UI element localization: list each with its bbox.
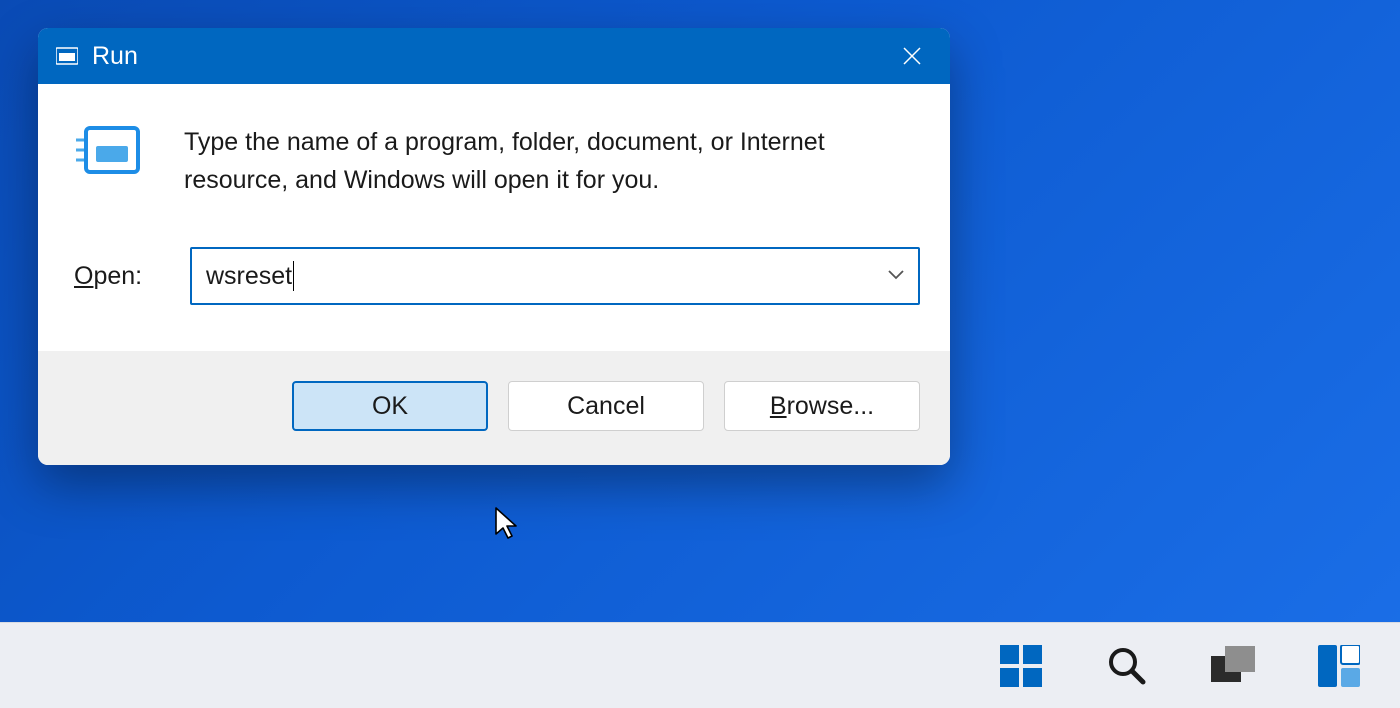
close-icon bbox=[902, 46, 922, 66]
dialog-footer: OK Cancel Browse... bbox=[38, 351, 950, 465]
start-button[interactable] bbox=[996, 641, 1046, 691]
widgets-icon bbox=[1318, 645, 1360, 687]
description-row: Type the name of a program, folder, docu… bbox=[68, 122, 920, 199]
open-row: Open: bbox=[68, 247, 920, 305]
description-text: Type the name of a program, folder, docu… bbox=[184, 122, 920, 199]
close-button[interactable] bbox=[892, 36, 932, 76]
run-titlebar-icon bbox=[56, 47, 78, 65]
task-view-icon bbox=[1211, 646, 1255, 686]
search-button[interactable] bbox=[1102, 641, 1152, 691]
search-icon bbox=[1107, 646, 1147, 686]
open-input[interactable] bbox=[190, 247, 920, 305]
windows-logo-icon bbox=[1000, 645, 1042, 687]
cancel-button[interactable]: Cancel bbox=[508, 381, 704, 431]
run-dialog: Run Type the name of a program, folder, … bbox=[38, 28, 950, 465]
titlebar[interactable]: Run bbox=[38, 28, 950, 84]
text-caret bbox=[293, 261, 294, 291]
browse-button[interactable]: Browse... bbox=[724, 381, 920, 431]
taskbar bbox=[0, 622, 1400, 708]
ok-button[interactable]: OK bbox=[292, 381, 488, 431]
widgets-button[interactable] bbox=[1314, 641, 1364, 691]
open-label: Open: bbox=[74, 262, 190, 291]
dialog-body: Type the name of a program, folder, docu… bbox=[38, 84, 950, 351]
task-view-button[interactable] bbox=[1208, 641, 1258, 691]
input-wrapper bbox=[190, 247, 920, 305]
run-app-icon bbox=[74, 122, 144, 178]
window-title: Run bbox=[92, 42, 138, 71]
mouse-cursor-icon bbox=[494, 506, 520, 547]
